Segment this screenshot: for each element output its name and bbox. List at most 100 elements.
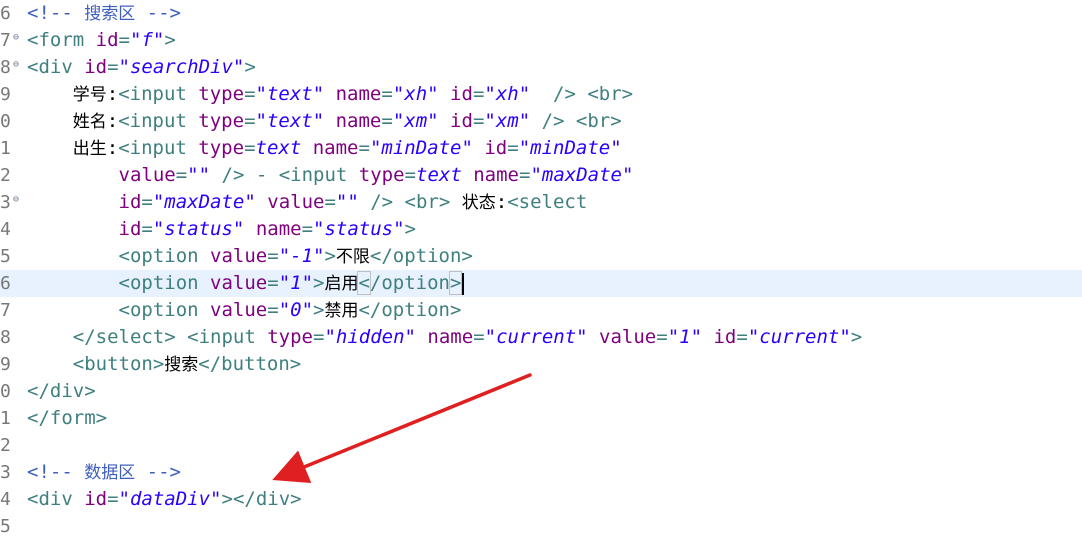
- text-caret: [462, 273, 464, 295]
- line-number: 7: [0, 300, 11, 321]
- code-token: >: [313, 272, 325, 294]
- code-line[interactable]: 9 <button>搜索</button>: [0, 351, 1082, 378]
- line-number: 1: [0, 408, 11, 429]
- line-number: 4: [0, 489, 11, 510]
- code-text: id="status" name="status">: [27, 216, 417, 243]
- code-token: >: [164, 29, 176, 51]
- code-token: =: [518, 164, 531, 186]
- code-token: id: [27, 191, 142, 213]
- code-token: name: [335, 110, 382, 132]
- code-token: "text": [255, 110, 325, 132]
- code-token: <option: [27, 299, 211, 321]
- code-token: =: [107, 488, 119, 510]
- code-token: "xm": [484, 110, 531, 132]
- line-number: 3: [0, 462, 11, 483]
- code-token: /> <br>: [530, 110, 622, 132]
- code-token: "current": [747, 326, 851, 348]
- code-line[interactable]: 3 ⊖ id="maxDate" value="" /> <br> 状态:<sel…: [0, 189, 1082, 216]
- line-number: 2: [0, 435, 11, 456]
- code-token: =: [118, 29, 130, 51]
- code-line[interactable]: 1 出生:<input type=text name="minDate" id=…: [0, 135, 1082, 162]
- code-token: =: [656, 326, 668, 348]
- code-token: 学号:: [72, 83, 119, 105]
- code-token: id: [27, 218, 142, 240]
- code-token: "minDate": [518, 137, 622, 159]
- fold-toggle-icon[interactable]: ⊖: [13, 51, 19, 78]
- code-line[interactable]: 9 学号:<input type="text" name="xh" id="xh…: [0, 81, 1082, 108]
- code-token: "xh": [484, 83, 531, 105]
- code-text: <form id="f">: [27, 27, 176, 54]
- line-number: 3: [0, 192, 11, 213]
- code-token: type: [358, 164, 405, 186]
- code-line[interactable]: 6 <!-- 搜索区 -->: [0, 0, 1082, 27]
- fold-toggle-icon[interactable]: ⊖: [13, 186, 19, 213]
- code-token: /option: [369, 272, 450, 294]
- code-token: "searchDiv": [118, 56, 245, 78]
- code-token: "maxDate": [152, 191, 256, 213]
- code-token: "xm": [392, 110, 439, 132]
- code-text: <option value="-1">不限</option>: [27, 243, 473, 270]
- code-line[interactable]: 8 ⊖ <div id="searchDiv">: [0, 54, 1082, 81]
- code-token: >: [850, 326, 863, 348]
- code-token: =: [107, 56, 119, 78]
- code-token: name: [255, 218, 302, 240]
- code-line[interactable]: 4 <div id="dataDiv"></div>: [0, 486, 1082, 513]
- line-number: 7: [0, 30, 11, 51]
- code-token: value: [267, 191, 325, 213]
- code-text: 出生:<input type=text name="minDate" id="m…: [27, 135, 622, 162]
- code-line[interactable]: 0 </div>: [0, 378, 1082, 405]
- code-token: "xh": [392, 83, 439, 105]
- code-text: </div>: [27, 378, 96, 405]
- code-text: <div id="searchDiv">: [27, 54, 256, 81]
- code-token: id: [84, 56, 108, 78]
- code-line[interactable]: 4 id="status" name="status">: [0, 216, 1082, 243]
- code-line[interactable]: 8 </select> <input type="hidden" name="c…: [0, 324, 1082, 351]
- code-line[interactable]: 5: [0, 513, 1082, 540]
- code-token: <input: [118, 83, 199, 105]
- code-line[interactable]: 7 <option value="0">禁用</option>: [0, 297, 1082, 324]
- code-token: >: [244, 56, 256, 78]
- code-token: =: [381, 110, 393, 132]
- code-line[interactable]: 1 </form>: [0, 405, 1082, 432]
- code-token: <option: [27, 245, 211, 267]
- code-token: <div: [27, 488, 85, 510]
- code-token: name: [312, 137, 359, 159]
- code-token: type: [198, 110, 245, 132]
- code-token: <!--: [27, 461, 85, 483]
- code-line[interactable]: 0 姓名:<input type="text" name="xm" id="xm…: [0, 108, 1082, 135]
- code-token: /> - <input: [210, 164, 359, 186]
- code-text: 学号:<input type="text" name="xh" id="xh" …: [27, 81, 633, 108]
- code-line[interactable]: 3 <!-- 数据区 -->: [0, 459, 1082, 486]
- code-token: </option>: [358, 299, 462, 321]
- code-token: 搜索区: [84, 4, 136, 24]
- line-number: 1: [0, 138, 11, 159]
- code-token: =: [267, 299, 279, 321]
- code-line[interactable]: 6 <option value="1">启用</option>: [0, 270, 1082, 297]
- code-editor[interactable]: 6 <!-- 搜索区 --> 7 ⊖ <form id="f"> 8 ⊖ <div id="s…: [0, 0, 1082, 537]
- code-token: 姓名:: [72, 110, 119, 132]
- code-line[interactable]: 2: [0, 432, 1082, 459]
- fold-toggle-icon[interactable]: ⊖: [13, 24, 19, 51]
- line-number: 8: [0, 327, 11, 348]
- code-token: =: [175, 164, 188, 186]
- code-token: id: [450, 83, 473, 105]
- code-token: 数据区: [84, 463, 136, 483]
- code-line[interactable]: 2 value="" /> - <input type=text name="m…: [0, 162, 1082, 189]
- code-token: name: [335, 83, 382, 105]
- code-token: =: [141, 191, 153, 213]
- code-line[interactable]: 5 <option value="-1">不限</option>: [0, 243, 1082, 270]
- code-line[interactable]: 7 ⊖ <form id="f">: [0, 27, 1082, 54]
- code-token: <input: [118, 110, 199, 132]
- code-token: "1": [278, 272, 314, 294]
